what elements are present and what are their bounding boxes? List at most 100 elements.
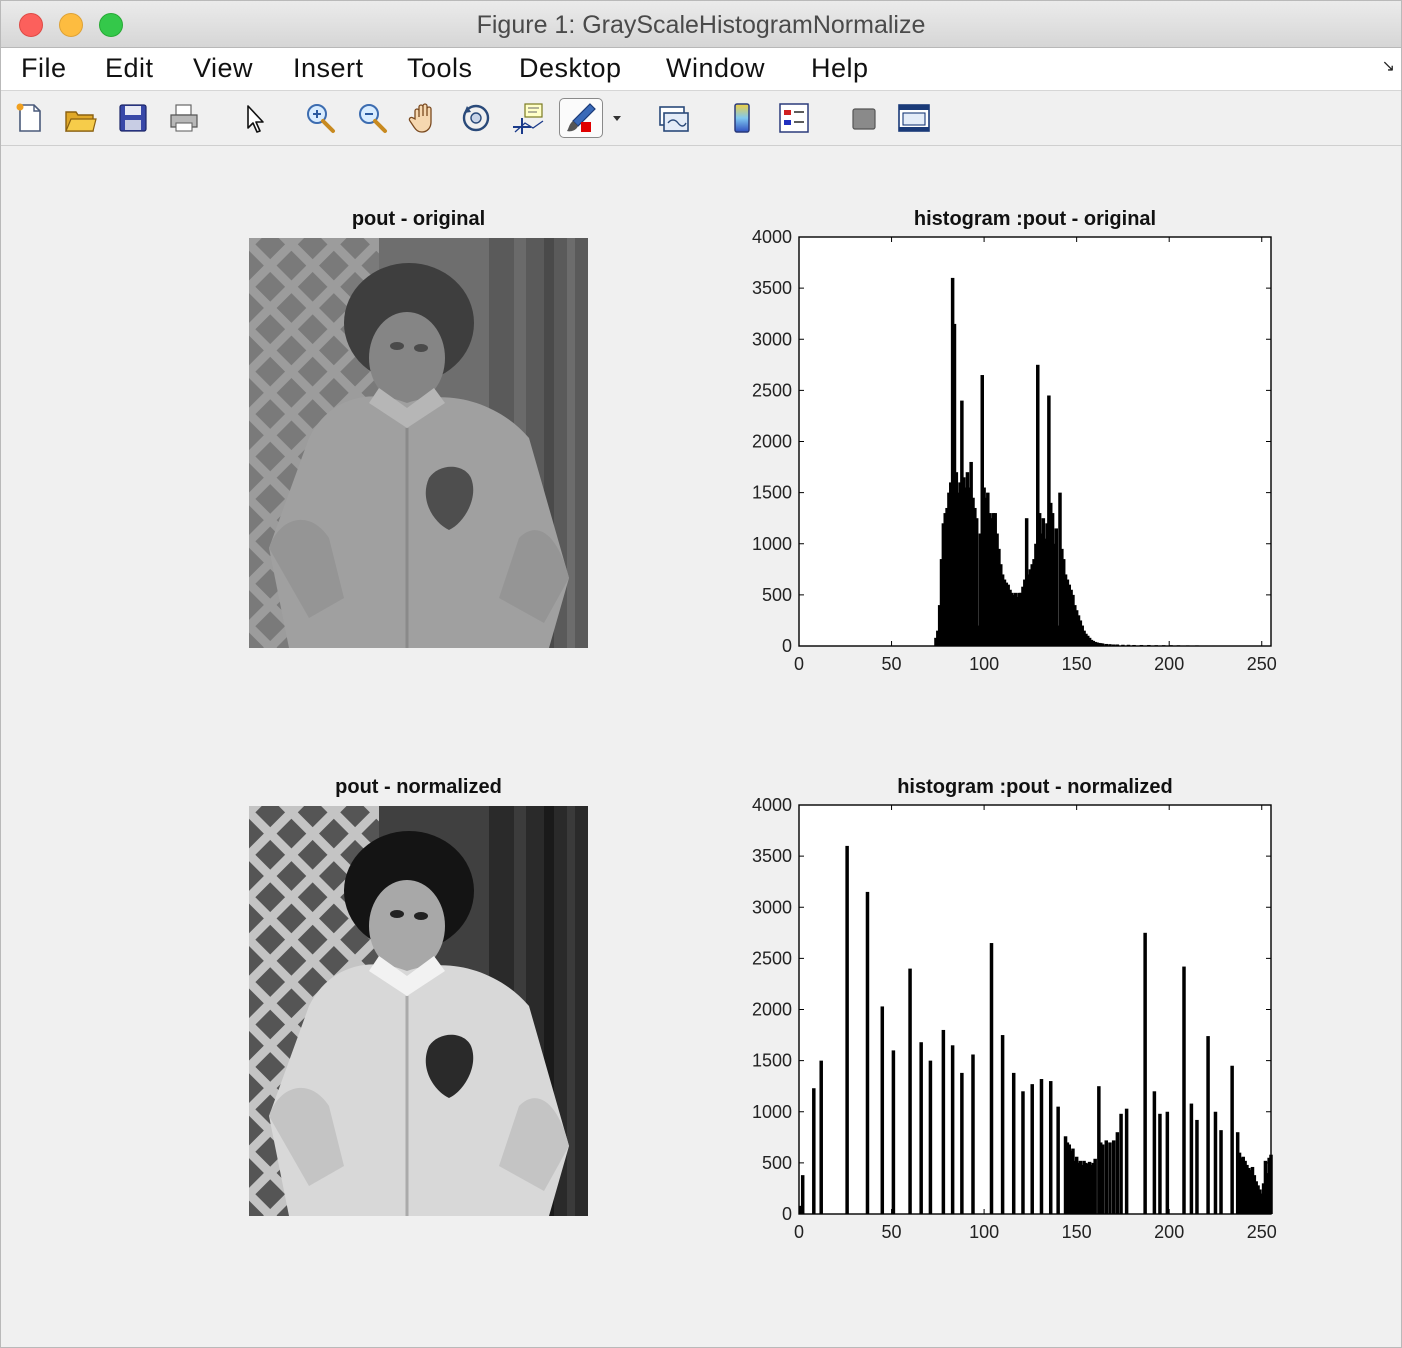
histogram-bar bbox=[1152, 1091, 1157, 1214]
histogram-bar bbox=[928, 1060, 933, 1215]
y-tick-label: 500 bbox=[762, 585, 792, 605]
title-bar[interactable]: Figure 1: GrayScaleHistogramNormalize bbox=[1, 1, 1401, 48]
x-tick-label: 100 bbox=[969, 654, 999, 674]
show-plot-tools-icon[interactable] bbox=[897, 101, 931, 135]
histogram-bar bbox=[1165, 1111, 1170, 1214]
image-normalized-title: pout - normalized bbox=[335, 776, 502, 798]
histogram-bar bbox=[1115, 1132, 1120, 1214]
histogram-bar bbox=[941, 1029, 946, 1214]
y-tick-label: 3000 bbox=[752, 897, 792, 917]
print-icon[interactable] bbox=[167, 101, 201, 135]
histogram-bar bbox=[819, 1060, 823, 1215]
brush-icon[interactable] bbox=[559, 98, 603, 138]
data-cursor-icon[interactable] bbox=[511, 101, 545, 135]
menu-edit[interactable]: Edit bbox=[105, 53, 154, 84]
histogram-bar bbox=[908, 968, 912, 1214]
menu-bar: File Edit View Insert Tools Desktop Wind… bbox=[1, 48, 1401, 91]
y-tick-label: 0 bbox=[782, 1204, 792, 1224]
histogram-bar bbox=[1056, 1106, 1060, 1214]
histogram-bar bbox=[919, 1042, 923, 1214]
histogram-original-chart: 0 500 1000 1500 2000 2500 3000 3500 4000 0 50 100 15… bbox=[752, 227, 1277, 674]
histogram-bar bbox=[1124, 1108, 1129, 1214]
y-tick-label: 1000 bbox=[752, 1102, 792, 1122]
histogram-bar bbox=[1104, 1140, 1109, 1214]
window-title: Figure 1: GrayScaleHistogramNormalize bbox=[476, 11, 926, 39]
x-tick-label: 150 bbox=[1062, 654, 1092, 674]
y-tick-label: 2500 bbox=[752, 948, 792, 968]
histogram-bar bbox=[812, 1088, 816, 1214]
histogram-bar bbox=[1100, 1144, 1105, 1214]
y-tick-label: 4000 bbox=[752, 795, 792, 815]
y-tick-label: 2000 bbox=[752, 432, 792, 452]
menu-file[interactable]: File bbox=[21, 53, 67, 84]
image-original-title: pout - original bbox=[351, 208, 486, 230]
x-tick-label: 0 bbox=[794, 1222, 804, 1242]
histogram-bar bbox=[1048, 1081, 1053, 1214]
histogram-bar bbox=[950, 1045, 955, 1214]
histogram-bar bbox=[971, 1054, 975, 1214]
x-tick-label: 50 bbox=[882, 654, 902, 674]
new-figure-icon[interactable] bbox=[12, 101, 46, 135]
histogram-bar bbox=[845, 845, 849, 1214]
y-tick-label: 4000 bbox=[752, 227, 792, 247]
x-tick-label: 250 bbox=[1247, 654, 1277, 674]
histogram-bar bbox=[1195, 1119, 1199, 1214]
plot-area bbox=[799, 805, 1271, 1214]
histogram-bar bbox=[1000, 1035, 1005, 1214]
open-file-icon[interactable] bbox=[63, 101, 97, 135]
rotate-3d-icon[interactable] bbox=[459, 101, 493, 135]
brush-dropdown-icon[interactable] bbox=[609, 101, 625, 135]
link-plot-icon[interactable] bbox=[657, 101, 691, 135]
y-tick-label: 0 bbox=[782, 636, 792, 656]
histogram-bar bbox=[1189, 1103, 1194, 1214]
histogram-bar bbox=[1119, 1113, 1123, 1214]
histogram-bar bbox=[960, 1072, 964, 1214]
histogram-bar bbox=[1230, 1065, 1234, 1214]
histogram-bar bbox=[891, 1050, 896, 1214]
zoom-out-icon[interactable] bbox=[355, 101, 389, 135]
menu-view[interactable]: View bbox=[193, 53, 253, 84]
x-tick-label: 250 bbox=[1247, 1222, 1277, 1242]
dock-figure-icon[interactable]: ↘ bbox=[1382, 56, 1395, 76]
legend-icon[interactable] bbox=[777, 101, 811, 135]
zoom-in-icon[interactable] bbox=[303, 101, 337, 135]
histogram-bar bbox=[1093, 1158, 1097, 1214]
figure-canvas[interactable]: pout - original pout - normalized histog… bbox=[1, 146, 1401, 1347]
save-icon[interactable] bbox=[116, 101, 150, 135]
y-tick-label: 3500 bbox=[752, 278, 792, 298]
menu-help[interactable]: Help bbox=[811, 53, 869, 84]
histogram-bar bbox=[1039, 1079, 1044, 1214]
colorbar-icon[interactable] bbox=[726, 101, 760, 135]
y-tick-label: 2000 bbox=[752, 1000, 792, 1020]
menu-tools[interactable]: Tools bbox=[407, 53, 473, 84]
histogram-bar bbox=[1011, 1072, 1016, 1214]
histogram-normalized-chart: 0 500 1000 1500 2000 2500 3000 3500 4000 0 50 100 15… bbox=[752, 795, 1277, 1242]
histogram-bar bbox=[1030, 1084, 1034, 1214]
hide-plot-tools-icon[interactable] bbox=[847, 101, 881, 135]
histogram-bar bbox=[1206, 1036, 1210, 1214]
histogram-bar bbox=[1158, 1113, 1162, 1214]
pan-hand-icon[interactable] bbox=[407, 101, 441, 135]
y-tick-label: 3000 bbox=[752, 329, 792, 349]
histogram-bar bbox=[1219, 1130, 1223, 1214]
menu-desktop[interactable]: Desktop bbox=[519, 53, 622, 84]
histogram-bar bbox=[865, 891, 870, 1214]
menu-window[interactable]: Window bbox=[666, 53, 765, 84]
histogram-bar bbox=[989, 943, 994, 1214]
histogram-bar bbox=[1213, 1111, 1218, 1214]
x-tick-label: 150 bbox=[1062, 1222, 1092, 1242]
y-tick-label: 500 bbox=[762, 1153, 792, 1173]
histogram-bar bbox=[1111, 1140, 1116, 1214]
histogram-bar bbox=[1021, 1091, 1025, 1214]
histogram-bar bbox=[1182, 966, 1186, 1214]
menu-insert[interactable]: Insert bbox=[293, 53, 364, 84]
x-tick-label: 100 bbox=[969, 1222, 999, 1242]
x-tick-label: 50 bbox=[882, 1222, 902, 1242]
x-tick-label: 200 bbox=[1154, 654, 1184, 674]
y-tick-label: 1000 bbox=[752, 534, 792, 554]
x-tick-label: 200 bbox=[1154, 1222, 1184, 1242]
edit-plot-arrow-icon[interactable] bbox=[239, 101, 273, 135]
figure-window: Figure 1: GrayScaleHistogramNormalize Fi… bbox=[0, 0, 1402, 1348]
histogram-bar bbox=[1108, 1142, 1112, 1214]
y-tick-label: 1500 bbox=[752, 1051, 792, 1071]
